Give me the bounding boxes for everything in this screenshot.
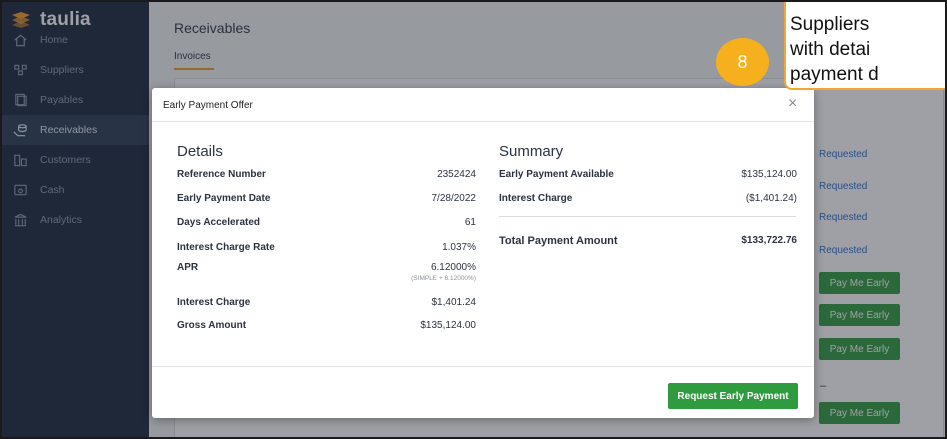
summary-divider [499, 216, 796, 217]
apr-subtext: (SIMPLE + 6.12000%) [411, 275, 476, 282]
request-early-payment-button[interactable]: Request Early Payment [668, 383, 798, 409]
early-payment-modal: Early Payment Offer × Details Reference … [152, 88, 814, 418]
detail-value: 2352424 [437, 169, 476, 180]
annotation-callout: Suppliers with detai payment d [784, 2, 945, 90]
detail-label: Interest Charge Rate [177, 242, 275, 253]
app-frame: taulia Home Suppliers Payables Receivabl… [0, 0, 947, 439]
summary-value: $135,124.00 [741, 169, 797, 180]
total-label: Total Payment Amount [499, 235, 618, 247]
detail-value: 7/28/2022 [431, 193, 477, 204]
summary-label: Early Payment Available [499, 169, 614, 180]
modal-title: Early Payment Offer [163, 100, 253, 111]
detail-value: 61 [464, 217, 476, 228]
summary-heading: Summary [499, 143, 564, 160]
divider [152, 366, 814, 367]
detail-label: Gross Amount [177, 320, 247, 331]
detail-label: Days Accelerated [177, 217, 261, 228]
detail-value: 1.037% [442, 242, 476, 253]
detail-value: $1,401.24 [431, 297, 477, 308]
detail-label: Early Payment Date [177, 193, 271, 204]
summary-value: ($1,401.24) [745, 193, 797, 204]
detail-label: Reference Number [177, 169, 266, 180]
details-heading: Details [177, 143, 223, 160]
detail-value: 6.12000% [430, 262, 476, 273]
summary-label: Interest Charge [499, 193, 573, 204]
divider [152, 121, 814, 122]
detail-label: APR [177, 262, 199, 273]
detail-label: Interest Charge [177, 297, 251, 308]
callout-text: Suppliers with detai payment d [790, 14, 879, 85]
step-number-badge: 8 [716, 38, 769, 86]
detail-value: $135,124.00 [420, 320, 476, 331]
total-value: $133,722.76 [741, 235, 797, 246]
close-icon[interactable]: × [788, 96, 797, 112]
